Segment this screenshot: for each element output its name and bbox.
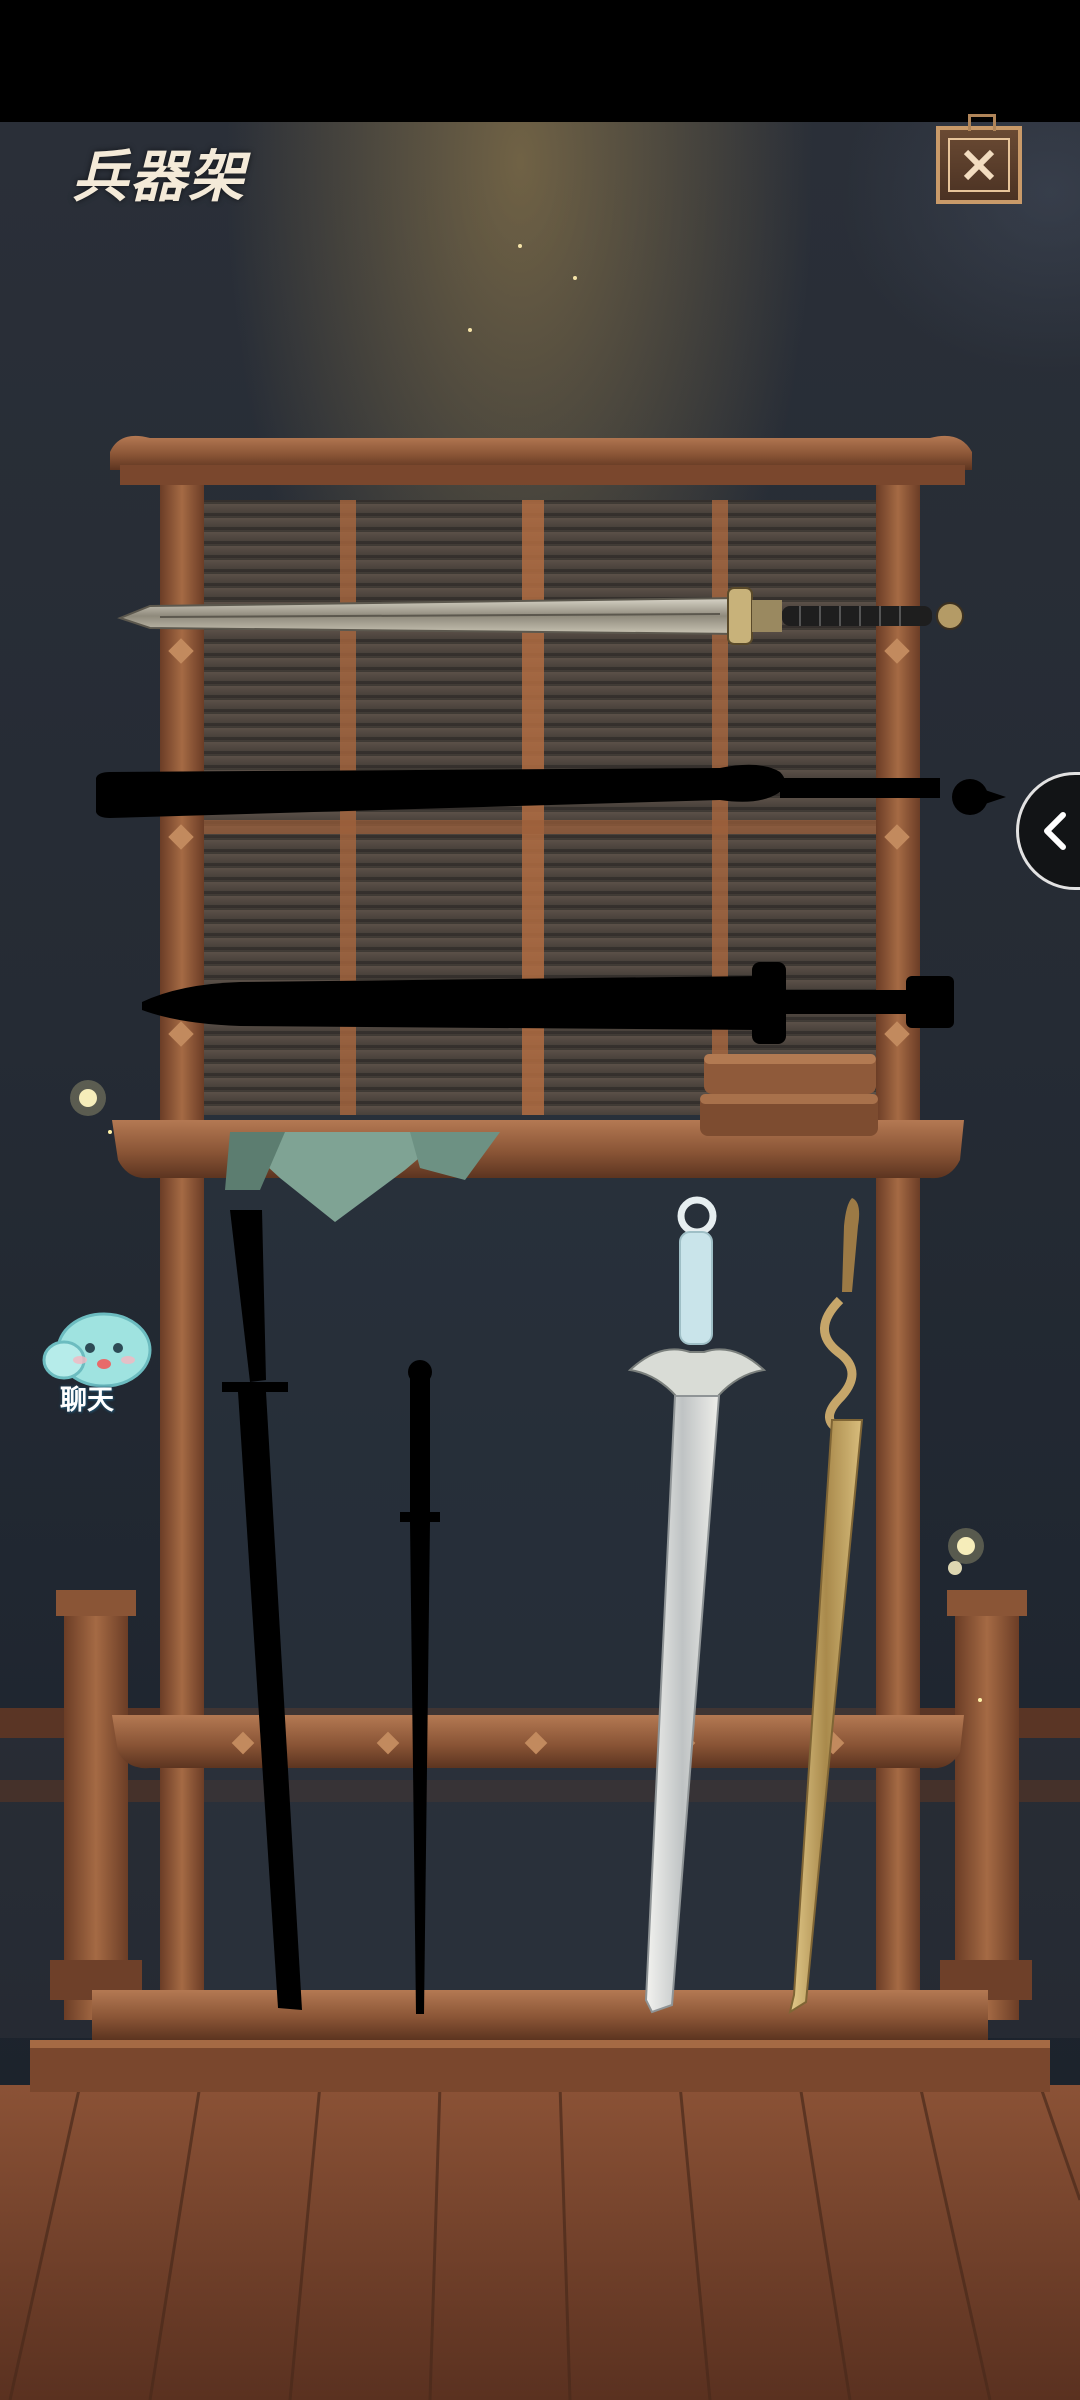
page-title: 兵器架	[72, 144, 246, 210]
chat-button[interactable]: 聊天	[42, 1310, 152, 1416]
wooden-floor	[0, 2084, 1080, 2400]
chat-label: 聊天	[60, 1385, 114, 1416]
close-button[interactable]	[936, 114, 1022, 204]
rack-blinds	[200, 500, 880, 1995]
close-icon	[963, 149, 995, 181]
weapon-rack-illustration	[0, 244, 1080, 2400]
game-screen: 兵器架 聊天	[0, 0, 1080, 2400]
scrolls-decoration	[700, 1054, 878, 1136]
chevron-left-icon	[1044, 812, 1066, 850]
